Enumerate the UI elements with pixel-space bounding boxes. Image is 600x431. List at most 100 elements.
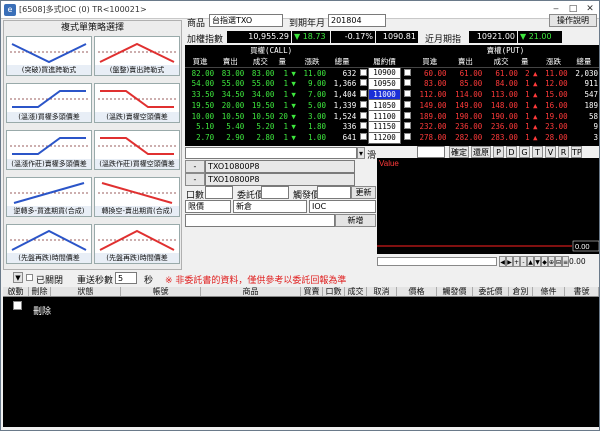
call-select-checkbox[interactable] [357,89,369,100]
call-bid[interactable]: 33.50 [185,89,215,100]
put-select-checkbox[interactable] [400,111,412,122]
memo-input[interactable] [185,214,335,227]
orders-column-header[interactable]: 倉別 [509,287,533,296]
qty-input[interactable] [205,186,233,199]
call-bid[interactable]: 54.00 [185,78,215,89]
leg2-field[interactable]: TXO10800P8 [205,173,355,186]
put-bid[interactable]: 60.00 [412,68,448,79]
chart-control-button[interactable]: T [532,146,543,158]
strategy-tile[interactable]: (溫漲)買權多頭價差 [6,83,92,123]
strategy-tile[interactable]: 轉換空-賣出期貨(合成) [94,177,180,217]
strike-price[interactable]: 10950 [368,77,401,90]
put-ask[interactable]: 114.00 [448,89,484,100]
open-close-select[interactable]: 新倉 [233,200,307,213]
orders-column-header[interactable]: 刪除 [29,287,51,296]
orders-column-header[interactable]: 成交 [345,287,367,296]
strategy-tile[interactable]: (先盤再跌)時間價差 [6,224,92,264]
call-ask[interactable]: 55.00 [215,78,245,89]
put-select-checkbox[interactable] [400,100,412,111]
strike-price[interactable]: 11100 [368,110,401,122]
orders-column-header[interactable]: 買賣 [301,287,323,296]
trigger-input[interactable] [317,186,351,199]
strike-price[interactable]: 10900 [368,67,401,79]
chart-nav-button[interactable]: ▼ [534,256,541,267]
orders-column-header[interactable]: 口數 [323,287,345,296]
leg1-field[interactable]: TXO10800P8 [205,160,355,173]
orders-column-header[interactable]: 價格 [397,287,437,296]
put-bid[interactable]: 278.00 [412,132,448,143]
price-type-select[interactable]: 限價 [185,200,231,213]
chart-nav-button[interactable]: ▶ [506,256,513,267]
filter-icon[interactable]: ▼ [13,272,23,283]
chart-nav-button[interactable]: ≡ [562,256,569,267]
call-bid[interactable]: 82.00 [185,68,215,79]
put-bid[interactable]: 112.00 [412,89,448,100]
chart-control-button[interactable]: R [558,146,569,158]
strategy-tile[interactable]: (溫跌)賣權空頭價差 [94,83,180,123]
call-ask[interactable]: 83.00 [215,68,245,79]
orders-column-header[interactable]: 帳號 [121,287,201,296]
call-select-checkbox[interactable] [357,100,369,111]
put-bid[interactable]: 232.00 [412,121,448,132]
call-ask[interactable]: 20.00 [215,100,245,111]
chart-control-button[interactable]: 還原 [471,146,491,158]
price-input[interactable] [261,186,289,199]
chart-nav-button[interactable]: ⊕ [548,256,555,267]
strategy-tile[interactable]: (先盤再跌)時間價差 [94,224,180,264]
call-select-checkbox[interactable] [357,121,369,132]
put-select-checkbox[interactable] [400,78,412,89]
strike-price[interactable]: 11150 [368,120,401,133]
put-ask[interactable]: 282.00 [448,132,484,143]
row-delete-label[interactable]: 刪除 [33,304,51,317]
call-ask[interactable]: 34.50 [215,89,245,100]
strike-price[interactable]: 11000 [368,88,401,101]
call-bid[interactable]: 19.50 [185,100,215,111]
put-select-checkbox[interactable] [400,121,412,132]
put-ask[interactable]: 61.00 [448,68,484,79]
put-select-checkbox[interactable] [400,132,412,143]
chart-nav-button[interactable]: ▲ [527,256,534,267]
call-select-checkbox[interactable] [357,132,369,143]
put-bid[interactable]: 83.00 [412,78,448,89]
call-select-checkbox[interactable] [357,68,369,79]
call-bid[interactable]: 10.00 [185,111,215,122]
leg1-remove-button[interactable]: - [185,160,205,173]
row-activate-checkbox[interactable] [13,301,22,310]
call-select-checkbox[interactable] [357,78,369,89]
chart-control-button[interactable]: 確定 [449,146,469,158]
put-select-checkbox[interactable] [400,89,412,100]
chart-control-button[interactable]: TP [571,146,582,158]
put-ask[interactable]: 85.00 [448,78,484,89]
help-button[interactable]: 操作說明 [549,14,597,27]
call-ask[interactable]: 5.40 [215,121,245,132]
chart-scrollbar[interactable] [377,257,497,266]
chart-nav-button[interactable]: ⊟ [555,256,562,267]
strategy-tile[interactable]: (突破)買進跨勒式 [6,36,92,76]
strategy-tile[interactable]: (盤整)賣出跨勒式 [94,36,180,76]
strategy-tile[interactable]: (溫跌作莊)買權空頭價差 [94,130,180,170]
chart-control-button[interactable]: G [519,146,530,158]
new-order-button[interactable]: 新增 [335,214,376,227]
put-select-checkbox[interactable] [400,68,412,79]
call-ask[interactable]: 2.90 [215,132,245,143]
put-bid[interactable]: 189.00 [412,111,448,122]
put-bid[interactable]: 149.00 [412,100,448,111]
call-bid[interactable]: 2.70 [185,132,215,143]
chart-nav-button[interactable]: ◀ [499,256,506,267]
call-ask[interactable]: 10.50 [215,111,245,122]
strike-price[interactable]: 11050 [368,99,401,112]
chart-nav-button[interactable]: ◆ [541,256,548,267]
put-ask[interactable]: 190.00 [448,111,484,122]
orders-column-header[interactable]: 書號 [565,287,599,296]
strategy-dropdown-icon[interactable]: ▾ [357,147,365,159]
expiry-select[interactable]: 201804 [328,14,386,27]
orders-column-header[interactable]: 狀態 [51,287,121,296]
orders-column-header[interactable]: 取消 [367,287,397,296]
closed-checkbox[interactable] [26,274,33,281]
refresh-button[interactable]: 更新 [351,186,376,199]
reset-seconds-input[interactable]: 5 [115,272,137,284]
chart-nav-button[interactable]: - [520,256,527,267]
orders-column-header[interactable]: 條件 [533,287,565,296]
orders-column-header[interactable]: 商品 [201,287,301,296]
product-select[interactable]: 台指選TXO [209,14,283,27]
